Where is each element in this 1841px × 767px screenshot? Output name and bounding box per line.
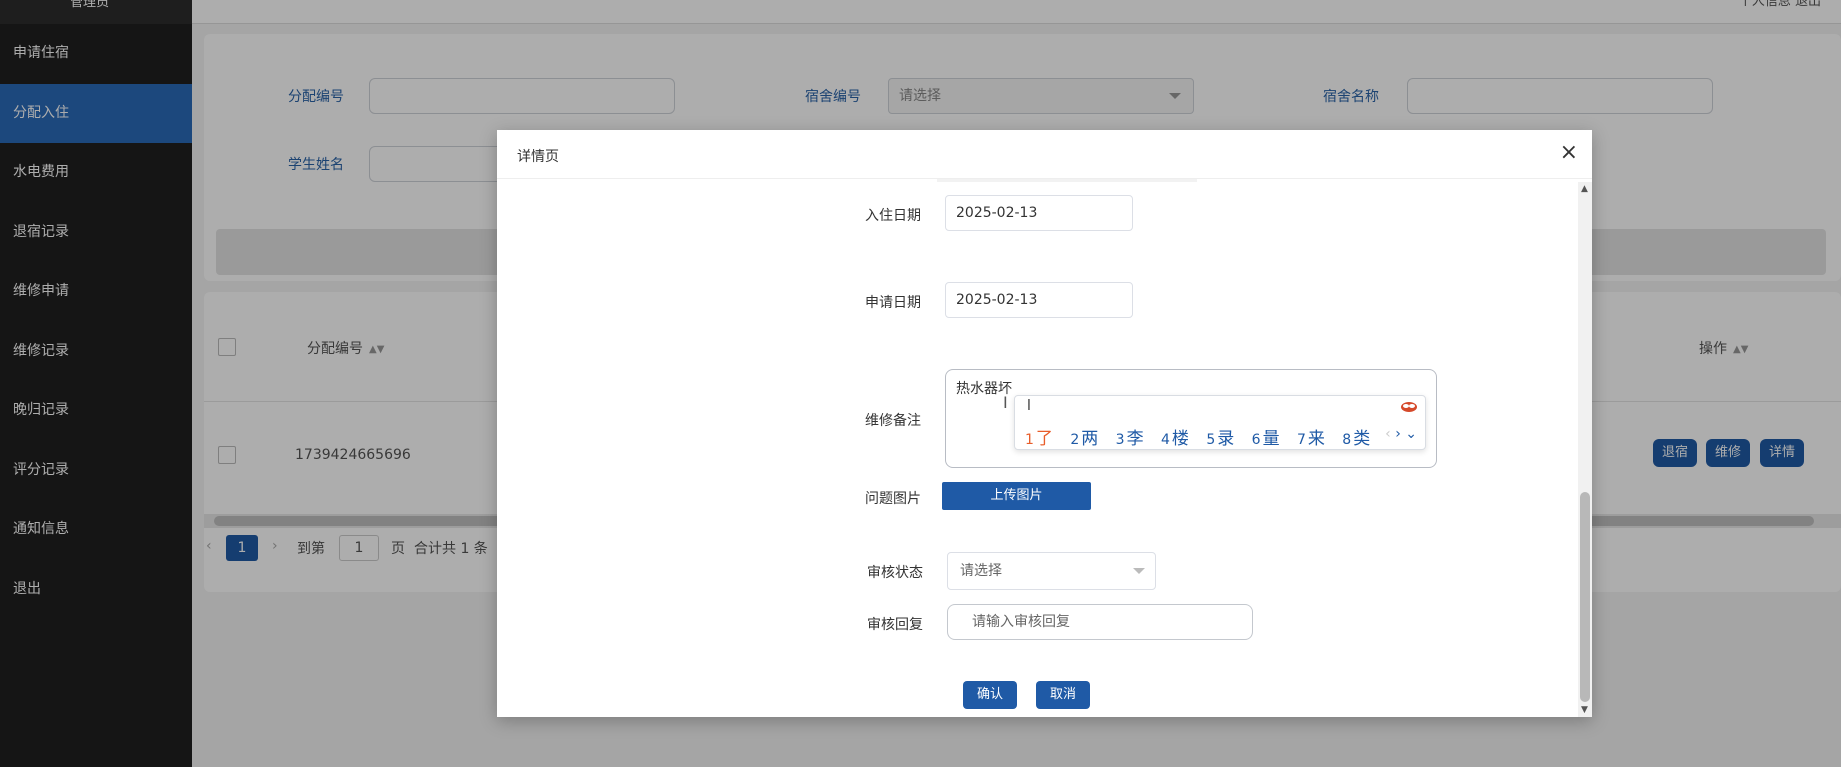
checkin-date-input[interactable]: 2025-02-13	[945, 195, 1133, 231]
scroll-up-icon[interactable]: ▲	[1581, 184, 1588, 194]
ime-candidate[interactable]: 8类	[1342, 429, 1370, 449]
ime-candidate-list: 1了 2两 3李 4楼 5录 6量 7来 8类	[1025, 424, 1382, 449]
scrollbar-thumb[interactable]	[1580, 492, 1590, 702]
ime-candidate[interactable]: 6量	[1252, 429, 1280, 449]
confirm-button[interactable]: 确认	[963, 681, 1018, 709]
review-status-label: 审核状态	[867, 565, 923, 581]
checkin-date-label: 入住日期	[865, 208, 921, 224]
ime-prev-icon[interactable]: ‹	[1385, 426, 1391, 442]
ime-skin-icon[interactable]	[1399, 398, 1419, 414]
ime-next-icon[interactable]: ›	[1395, 426, 1401, 442]
review-reply-input[interactable]: 请输入审核回复	[947, 604, 1253, 640]
review-status-select[interactable]: 请选择	[947, 552, 1156, 590]
ime-expand-icon[interactable]: ⌄	[1405, 426, 1417, 442]
apply-date-input[interactable]: 2025-02-13	[945, 282, 1133, 318]
ime-candidate-window[interactable]: l 1了 2两 3李 4楼 5录 6量 7来 8类 ‹ › ⌄	[1014, 395, 1426, 450]
apply-date-label: 申请日期	[865, 295, 921, 311]
ime-candidate[interactable]: 2两	[1070, 429, 1098, 449]
ime-nav: ‹ › ⌄	[1385, 426, 1417, 442]
review-reply-label: 审核回复	[867, 617, 923, 633]
ime-candidate[interactable]: 5录	[1206, 429, 1234, 449]
dialog-header: 详情页 ×	[497, 130, 1592, 179]
review-status-placeholder: 请选择	[960, 563, 1002, 579]
ime-candidate[interactable]: 4楼	[1161, 429, 1189, 449]
ime-candidate[interactable]: 1了	[1025, 429, 1053, 449]
dialog-title: 详情页	[517, 149, 559, 165]
scroll-down-icon[interactable]: ▼	[1581, 705, 1588, 715]
ime-composition-text: l	[1027, 398, 1031, 414]
text-cursor-icon: I	[1003, 393, 1008, 412]
ime-candidate[interactable]: 7来	[1297, 429, 1325, 449]
cancel-button[interactable]: 取消	[1036, 681, 1091, 709]
chevron-down-icon	[1133, 568, 1145, 574]
ime-candidate[interactable]: 3李	[1116, 429, 1144, 449]
close-icon[interactable]: ×	[1560, 140, 1578, 165]
problem-photo-label: 问题图片	[865, 491, 921, 507]
repair-remark-label: 维修备注	[865, 413, 921, 429]
upload-image-button[interactable]: 上传图片	[942, 482, 1091, 510]
dialog-vertical-scrollbar[interactable]: ▲ ▼	[1578, 182, 1592, 717]
clipped-field-edge	[937, 179, 1197, 182]
